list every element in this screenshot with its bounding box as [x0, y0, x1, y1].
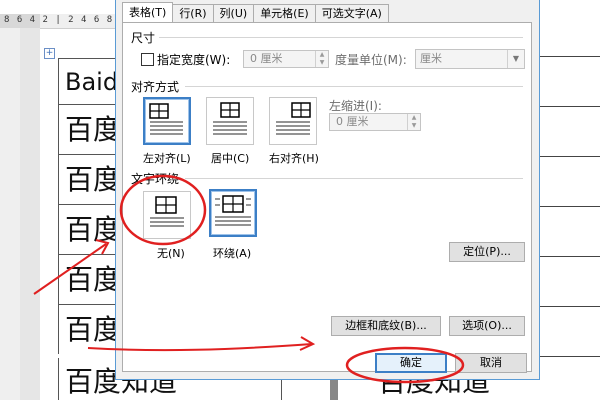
measure-unit-value: 厘米: [420, 52, 442, 65]
position-button[interactable]: 定位(P)...: [449, 242, 525, 262]
align-left-label: 左对齐(L): [143, 152, 191, 165]
table-cell[interactable]: 百度: [58, 254, 118, 304]
measure-unit-select[interactable]: 厘米 ▼: [415, 49, 525, 69]
tab-cell[interactable]: 单元格(E): [253, 4, 316, 23]
specify-width-checkbox[interactable]: [141, 53, 154, 66]
align-left-option[interactable]: [143, 97, 191, 145]
wrap-around-icon: [215, 195, 251, 226]
table-row-line: [540, 306, 600, 307]
tab-alt-text[interactable]: 可选文字(A): [314, 4, 389, 23]
indent-spinner[interactable]: 0 厘米 ▲ ▼: [329, 113, 421, 131]
table-row-line: [540, 356, 600, 357]
document-table[interactable]: Baid 百度 百度 百度 百度 百度: [58, 58, 118, 354]
wrap-around-label: 环绕(A): [213, 247, 252, 260]
tab-table[interactable]: 表格(T): [122, 2, 174, 23]
table-properties-dialog: 表格(T) 行(R) 列(U) 单元格(E) 可选文字(A) 尺寸 指定宽度(W…: [115, 0, 540, 380]
table-row-line: [540, 56, 600, 57]
table-row-line: [540, 106, 600, 107]
table-cell[interactable]: 百度: [58, 204, 118, 254]
measure-unit-label: 度量单位(M):: [335, 53, 407, 67]
spinner-arrows-icon[interactable]: ▲ ▼: [407, 114, 420, 130]
width-value: 0 厘米: [250, 52, 283, 65]
chevron-down-icon[interactable]: ▼: [507, 50, 524, 68]
tab-column[interactable]: 列(U): [212, 4, 255, 23]
indent-value: 0 厘米: [336, 115, 369, 128]
specify-width-label: 指定宽度(W):: [157, 53, 231, 67]
dialog-tabs: 表格(T) 行(R) 列(U) 单元格(E) 可选文字(A): [122, 2, 389, 23]
options-button[interactable]: 选项(O)...: [449, 316, 525, 336]
wrap-none-label: 无(N): [157, 247, 185, 260]
align-right-label: 右对齐(H): [269, 152, 319, 165]
wrap-around-option[interactable]: [209, 189, 257, 237]
table-row-line: [540, 206, 600, 207]
vertical-ruler[interactable]: [0, 28, 21, 400]
wrap-none-option[interactable]: [143, 191, 191, 239]
width-spinner[interactable]: 0 厘米 ▲ ▼: [243, 50, 329, 68]
table-row-line: [540, 256, 600, 257]
table-move-handle-icon[interactable]: +: [44, 48, 55, 59]
align-left-icon: [149, 103, 183, 135]
table-row-line: [540, 156, 600, 157]
section-divider: [185, 86, 523, 87]
table-tab-panel: 尺寸 指定宽度(W): 0 厘米 ▲▼ 度量单位(M): 厘米 ▼ 对齐方式: [122, 22, 532, 372]
align-right-icon: [276, 102, 311, 135]
wrap-section-title: 文字环绕: [131, 172, 180, 186]
table-cell[interactable]: 百度: [58, 154, 118, 204]
tab-row[interactable]: 行(R): [172, 4, 214, 23]
borders-shading-button[interactable]: 边框和底纹(B)...: [331, 316, 441, 336]
ok-button[interactable]: 确定: [375, 353, 447, 373]
ruler-ticks: 8 6 4 2 | 2 4 6 8 1: [4, 15, 126, 25]
page-margin: [20, 28, 40, 400]
section-divider: [159, 37, 523, 38]
document-table-right: [540, 0, 600, 400]
table-cell[interactable]: 百度: [58, 104, 118, 154]
size-section-title: 尺寸: [131, 31, 156, 45]
align-center-icon: [213, 102, 247, 135]
section-divider: [185, 178, 523, 179]
wrap-none-icon: [150, 196, 184, 227]
indent-label: 左缩进(I):: [329, 99, 382, 113]
align-center-label: 居中(C): [211, 152, 250, 165]
horizontal-ruler[interactable]: 8 6 4 2 | 2 4 6 8 1: [0, 14, 130, 29]
align-right-option[interactable]: [269, 97, 317, 145]
spinner-arrows-icon[interactable]: ▲ ▼: [315, 51, 328, 67]
cancel-button[interactable]: 取消: [455, 353, 527, 373]
table-cell[interactable]: Baid: [58, 58, 118, 104]
alignment-section-title: 对齐方式: [131, 80, 180, 94]
table-cell[interactable]: 百度: [58, 304, 118, 354]
align-center-option[interactable]: [206, 97, 254, 145]
